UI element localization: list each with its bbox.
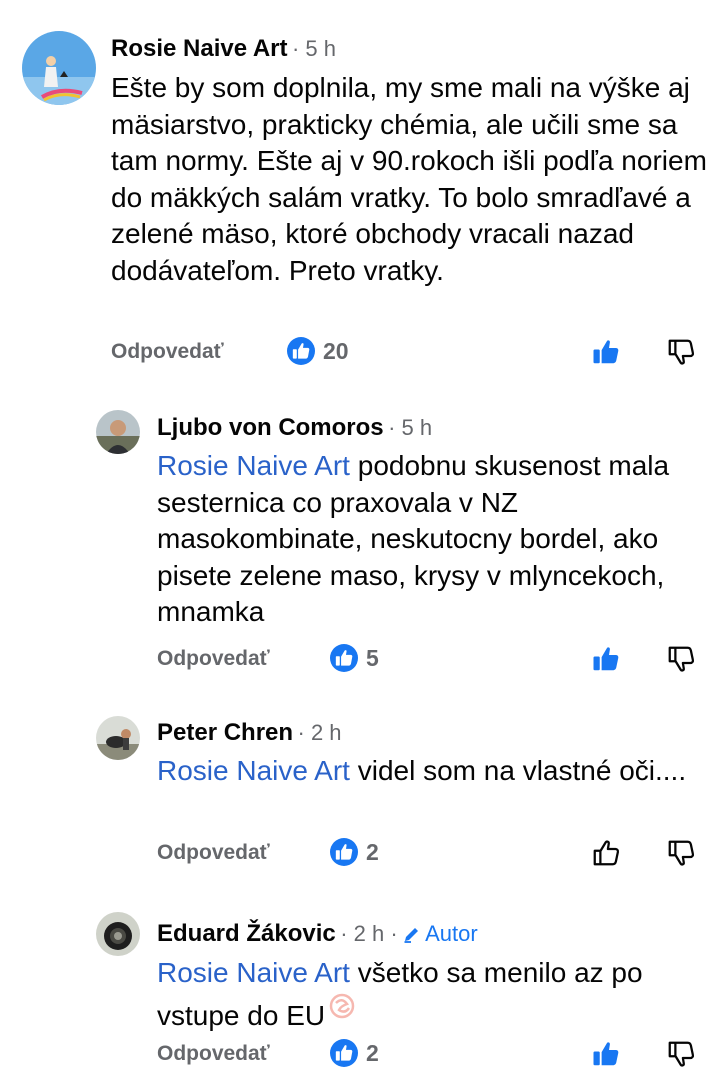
avatar[interactable]: [96, 716, 140, 760]
dislike-icon[interactable]: [666, 838, 696, 868]
comment-actions: Odpovedať 20: [0, 337, 727, 373]
reaction-count[interactable]: 2: [330, 838, 379, 866]
like-icon[interactable]: [591, 337, 621, 367]
comment-text: Rosie Naive Art podobnu skusenost mala s…: [157, 450, 670, 627]
reply-button[interactable]: Odpovedať: [111, 340, 224, 364]
avatar[interactable]: [96, 410, 140, 454]
dislike-icon[interactable]: [666, 1039, 696, 1069]
dislike-icon[interactable]: [666, 337, 696, 367]
comment-actions: Odpovedať 2: [0, 838, 727, 874]
comment-text: Rosie Naive Art videl som na vlastné oči…: [157, 755, 687, 786]
reaction-count[interactable]: 5: [330, 644, 379, 672]
dislike-icon[interactable]: [666, 644, 696, 674]
timestamp[interactable]: · 2 h: [298, 720, 342, 745]
pencil-icon: [404, 928, 419, 943]
timestamp[interactable]: · 2 h ·: [340, 921, 397, 946]
mention-link[interactable]: Rosie Naive Art: [157, 450, 350, 481]
author-name[interactable]: Rosie Naive Art: [111, 35, 288, 62]
author-name[interactable]: Eduard Žákovic: [157, 920, 336, 947]
emoji-icon: [329, 992, 355, 1029]
like-icon[interactable]: [591, 838, 621, 868]
mention-link[interactable]: Rosie Naive Art: [157, 957, 350, 988]
avatar[interactable]: [96, 912, 140, 956]
comment-actions: Odpovedať 5: [0, 644, 727, 680]
like-reaction-icon: [330, 1039, 358, 1067]
like-icon[interactable]: [591, 644, 621, 674]
timestamp[interactable]: · 5 h: [292, 36, 336, 61]
timestamp[interactable]: · 5 h: [388, 415, 432, 440]
reply-button[interactable]: Odpovedať: [157, 1042, 270, 1066]
reply-button[interactable]: Odpovedať: [157, 647, 270, 671]
like-reaction-icon: [330, 838, 358, 866]
author-name[interactable]: Ljubo von Comoros: [157, 414, 384, 441]
author-name[interactable]: Peter Chren: [157, 719, 293, 746]
author-badge: Autor: [402, 921, 478, 946]
mention-link[interactable]: Rosie Naive Art: [157, 755, 350, 786]
comment-text: Rosie Naive Art všetko sa menilo az po v…: [157, 957, 643, 1031]
comment-actions: Odpovedať 2: [0, 1039, 727, 1075]
like-reaction-icon: [287, 337, 315, 365]
like-icon[interactable]: [591, 1039, 621, 1069]
reaction-count[interactable]: 2: [330, 1039, 379, 1067]
comment-text: Ešte by som doplnila, my sme mali na výš…: [111, 72, 707, 286]
reply-button[interactable]: Odpovedať: [157, 841, 270, 865]
avatar[interactable]: [22, 31, 96, 105]
like-reaction-icon: [330, 644, 358, 672]
reaction-count[interactable]: 20: [287, 337, 349, 365]
